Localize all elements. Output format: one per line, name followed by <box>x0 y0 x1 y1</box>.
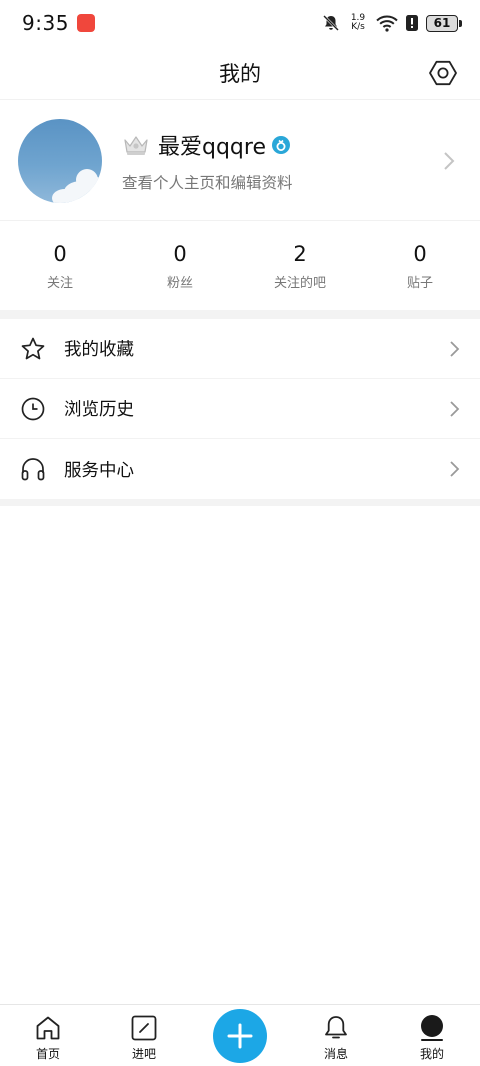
stat-label: 关注的吧 <box>273 276 326 291</box>
stat-value: 0 <box>173 242 187 266</box>
status-time: 9:35 <box>22 11 69 35</box>
profile-subtitle: 查看个人主页和编辑资料 <box>122 173 293 192</box>
stats-row: 0 关注 0 粉丝 2 关注的吧 0 贴子 <box>0 222 480 310</box>
settings-hexagon-icon <box>429 60 457 86</box>
edit-square-icon <box>131 1015 157 1040</box>
nav-mine[interactable]: 我的 <box>384 1005 480 1066</box>
status-bar: 9:35 1.9 K/s 61 <box>0 0 480 46</box>
stat-following[interactable]: 0 关注 <box>0 222 120 310</box>
nav-home[interactable]: 首页 <box>0 1005 96 1066</box>
stat-followed-bars[interactable]: 2 关注的吧 <box>240 222 360 310</box>
mute-bell-icon <box>323 15 339 31</box>
chevron-right-icon <box>450 400 460 417</box>
network-speed: 1.9 K/s <box>348 14 368 32</box>
menu-label: 服务中心 <box>64 460 134 481</box>
battery-alert-icon <box>406 15 418 31</box>
stat-value: 0 <box>413 242 427 266</box>
profile-icon <box>421 1014 443 1041</box>
chevron-right-icon <box>444 151 455 170</box>
profile-card[interactable]: 最爱qqqre 查看个人主页和编辑资料 <box>0 101 480 221</box>
stat-label: 粉丝 <box>166 276 193 291</box>
add-post-button[interactable] <box>213 1008 267 1063</box>
verified-badge-icon <box>272 135 290 154</box>
stat-label: 关注 <box>46 276 73 291</box>
nav-label: 首页 <box>35 1046 60 1061</box>
headphones-icon <box>21 458 45 481</box>
wifi-icon <box>376 15 398 32</box>
stat-label: 贴子 <box>406 276 433 291</box>
notification-app-icon <box>76 14 95 32</box>
network-speed-unit: K/s <box>351 22 365 32</box>
title-bar: 我的 <box>0 46 480 100</box>
menu-item-favorites[interactable]: 我的收藏 <box>0 319 480 379</box>
menu-item-history[interactable]: 浏览历史 <box>0 379 480 439</box>
settings-button[interactable] <box>428 58 458 88</box>
bottom-nav: 首页 进吧 消息 我的 <box>0 1004 480 1066</box>
menu-item-service-center[interactable]: 服务中心 <box>0 439 480 499</box>
menu-label: 我的收藏 <box>64 340 134 360</box>
battery-level: 61 <box>426 14 462 32</box>
menu-list: 我的收藏 浏览历史 服务中心 <box>0 319 480 499</box>
section-divider <box>0 310 480 319</box>
section-divider <box>0 499 480 506</box>
nav-label: 我的 <box>419 1046 444 1061</box>
home-icon <box>36 1016 60 1039</box>
stat-fans[interactable]: 0 粉丝 <box>120 222 240 310</box>
name-row: 最爱qqqre <box>122 129 442 161</box>
chevron-right-icon <box>450 340 460 357</box>
clock-icon <box>21 397 45 420</box>
profile-info: 最爱qqqre 查看个人主页和编辑资料 <box>122 129 442 193</box>
plus-icon <box>227 1023 253 1048</box>
stat-value: 2 <box>293 242 307 266</box>
bell-icon <box>325 1015 347 1038</box>
stat-posts[interactable]: 0 贴子 <box>360 222 480 310</box>
nav-messages[interactable]: 消息 <box>288 1005 384 1066</box>
star-icon <box>21 337 45 359</box>
nav-enter-bar[interactable]: 进吧 <box>96 1005 192 1066</box>
username: 最爱qqqre <box>158 134 266 160</box>
menu-label: 浏览历史 <box>64 400 134 420</box>
crown-icon <box>124 135 148 155</box>
status-indicators: 1.9 K/s 61 <box>322 14 462 32</box>
page-title: 我的 <box>219 61 261 86</box>
nav-label: 消息 <box>323 1046 348 1061</box>
stat-value: 0 <box>53 242 67 266</box>
avatar[interactable] <box>18 118 102 203</box>
nav-add-post[interactable] <box>192 1005 288 1066</box>
nav-label: 进吧 <box>131 1046 156 1061</box>
chevron-right-icon <box>450 461 460 477</box>
